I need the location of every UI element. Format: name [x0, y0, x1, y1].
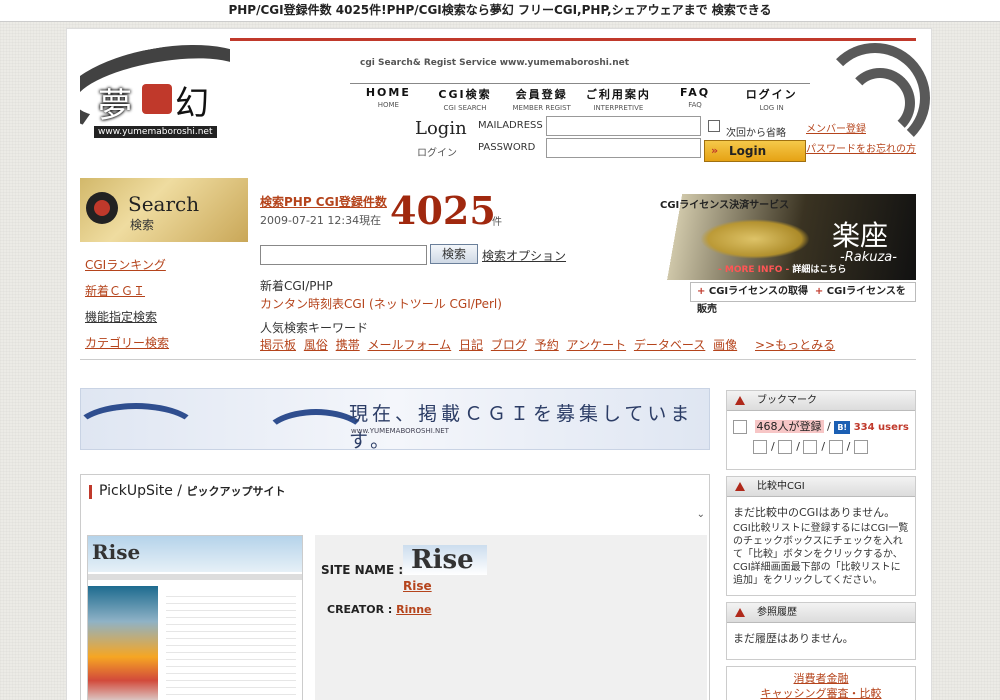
compare-help: CGI比較リストに登録するにはCGI一覧のチェックボックスにチェックを入れて「比…	[733, 523, 909, 586]
main-nav: HOME HOME CGI検索 CGI SEARCH 会員登録 MEMBER REGI…	[350, 83, 811, 113]
bookmark-title: ブックマーク	[727, 391, 915, 411]
search-option-link[interactable]: 検索オプション	[482, 247, 566, 264]
share-icon[interactable]	[828, 440, 843, 454]
chevron-down-icon[interactable]: ⌄	[697, 509, 705, 520]
compare-empty: まだ比較中のCGIはありません。	[733, 506, 896, 519]
pickup-section: PickUpSite / ピックアップサイト ⌄ Rise SITE NAME …	[80, 474, 710, 700]
share-icon[interactable]	[853, 440, 868, 454]
logo-seal	[142, 84, 172, 114]
bookmark-users[interactable]: 334 users	[854, 422, 909, 433]
search-center: 検索PHP CGI登録件数 4025 件 2009-07-21 12:34現在 …	[260, 188, 835, 352]
nav-cgi-search[interactable]: CGI検索 CGI SEARCH	[426, 83, 504, 113]
keyword-link[interactable]: 日記	[459, 338, 483, 352]
history-title: 参照履歴	[727, 603, 915, 623]
keyword-link[interactable]: アンケート	[567, 338, 627, 352]
history-empty: まだ履歴はありません。	[733, 632, 854, 645]
keyword-link[interactable]: ブログ	[491, 338, 527, 352]
nav-member-regist[interactable]: 会員登録 MEMBER REGIST	[503, 83, 581, 113]
compare-title: 比較中CGI	[727, 477, 915, 497]
hatena-icon[interactable]: B!	[834, 421, 851, 434]
search-input[interactable]	[260, 245, 427, 265]
pickup-title: PickUpSite / ピックアップサイト	[88, 483, 285, 499]
license-links: + CGIライセンスの取得 + CGIライセンスを販売	[690, 282, 916, 315]
nav-home[interactable]: HOME HOME	[350, 83, 427, 113]
logo-url: www.yumemaboroshi.net	[94, 126, 217, 138]
keyword-link[interactable]: データベース	[634, 338, 705, 352]
gold-graphic	[700, 219, 810, 259]
link-new-cgi[interactable]: 新着ＣＧＩ	[85, 284, 145, 298]
wave-graphic	[81, 403, 201, 449]
bookmark-box: ブックマーク 468人が登録 / B! 334 users / / / /	[726, 390, 916, 470]
mail-field[interactable]	[546, 116, 701, 136]
site-name-label: SITE NAME :	[321, 563, 404, 577]
site-screenshot[interactable]: Rise	[87, 535, 303, 700]
footer-link[interactable]: 消費者金融	[794, 672, 849, 685]
bookmark-count[interactable]: 468人が登録	[754, 420, 824, 433]
creator-link[interactable]: Rinne	[396, 603, 431, 616]
link-cgi-ranking[interactable]: CGIランキング	[85, 258, 166, 272]
site-info: SITE NAME : Rise Rise CREATOR : Rinne	[315, 535, 707, 700]
logo-kanji-right: 幻	[175, 84, 209, 124]
login-title: Login	[415, 118, 467, 139]
keyword-list: 掲示板 風俗 携帯 メールフォーム 日記 ブログ 予約 アンケート データベース…	[260, 336, 839, 353]
count-label[interactable]: 検索PHP CGI登録件数	[260, 195, 387, 209]
keyword-link[interactable]: 予約	[535, 338, 559, 352]
keyword-link[interactable]: 携帯	[336, 338, 360, 352]
login-subtitle: ログイン	[417, 148, 457, 159]
new-item-link[interactable]: カンタン時刻表CGI (ネットツール CGI/Perl)	[260, 295, 502, 312]
rakuza-ad[interactable]: CGIライセンス決済サービス 楽座 -Rakuza- - MORE INFO -…	[620, 194, 916, 280]
login-button[interactable]: » Login	[704, 140, 806, 162]
search-section: Search 検索 CGIランキング 新着ＣＧＩ 機能指定検索 カテゴリー検索 …	[80, 178, 916, 360]
license-get-link[interactable]: CGIライセンスの取得	[709, 286, 808, 297]
bookmark-icon	[733, 420, 747, 434]
site-header: 夢 幻 www.yumemaboroshi.net cgi Search& Re…	[80, 38, 930, 168]
ad-links-box: 消費者金融 キャッシング審査・比較	[726, 666, 916, 700]
keyword-label: 人気検索キーワード	[260, 321, 369, 335]
forgot-password-link[interactable]: パスワードをお忘れの方	[806, 140, 916, 155]
compare-box: 比較中CGI まだ比較中のCGIはありません。 CGI比較リストに登録するにはC…	[726, 476, 916, 596]
nav-guide[interactable]: ご利用案内 INTERPRETIVE	[580, 83, 657, 113]
login-form: Login ログイン MAILADRESS PASSWORD 次回から省略 » …	[410, 116, 920, 166]
search-button[interactable]: 検索	[430, 244, 478, 264]
service-tagline: cgi Search& Regist Service www.yumemabor…	[360, 58, 630, 68]
double-arrow-icon: »	[711, 144, 719, 157]
footer-link[interactable]: キャッシング審査・比較	[761, 687, 882, 700]
share-icon[interactable]	[803, 440, 818, 454]
remember-label: 次回から省略	[726, 128, 786, 139]
left-links: CGIランキング 新着ＣＧＩ 機能指定検索 カテゴリー検索	[85, 256, 235, 360]
registered-count: 4025	[390, 188, 496, 233]
nav-login[interactable]: ログイン LOG IN	[733, 83, 811, 113]
member-register-link[interactable]: メンバー登録	[806, 120, 866, 135]
link-category-search[interactable]: カテゴリー検索	[85, 336, 169, 350]
yin-yang-icon	[86, 192, 118, 224]
keyword-link[interactable]: 画像	[713, 338, 737, 352]
share-icon[interactable]	[778, 440, 793, 454]
site-logo[interactable]: 夢 幻 www.yumemaboroshi.net	[80, 38, 230, 160]
logo-kanji-left: 夢	[98, 86, 132, 126]
remember-checkbox[interactable]	[708, 120, 720, 132]
keyword-link[interactable]: メールフォーム	[368, 338, 452, 352]
recruit-banner[interactable]: 現在、掲載ＣＧＩを募集しています。 www.YUMEMABOROSHI.NET	[80, 388, 710, 450]
link-feature-search[interactable]: 機能指定検索	[85, 310, 157, 324]
creator-label: CREATOR : Rinne	[327, 603, 432, 616]
password-field[interactable]	[546, 138, 701, 158]
count-unit: 件	[492, 217, 502, 228]
new-label: 新着CGI/PHP	[260, 279, 333, 293]
mail-label: MAILADRESS	[478, 120, 543, 131]
more-keywords-link[interactable]: >>もっとみる	[755, 338, 835, 352]
nav-faq[interactable]: FAQ FAQ	[656, 83, 734, 113]
history-box: 参照履歴 まだ履歴はありません。	[726, 602, 916, 660]
site-logo-image[interactable]: Rise	[403, 545, 487, 575]
share-icon[interactable]	[753, 440, 767, 454]
site-name-link[interactable]: Rise	[403, 579, 432, 593]
window-title: PHP/CGI登録件数 4025件!PHP/CGI検索なら夢幻 フリーCGI,P…	[0, 0, 1000, 22]
keyword-link[interactable]: 風俗	[304, 338, 328, 352]
keyword-link[interactable]: 掲示板	[260, 338, 296, 352]
search-badge: Search 検索	[80, 178, 248, 242]
password-label: PASSWORD	[478, 142, 536, 153]
